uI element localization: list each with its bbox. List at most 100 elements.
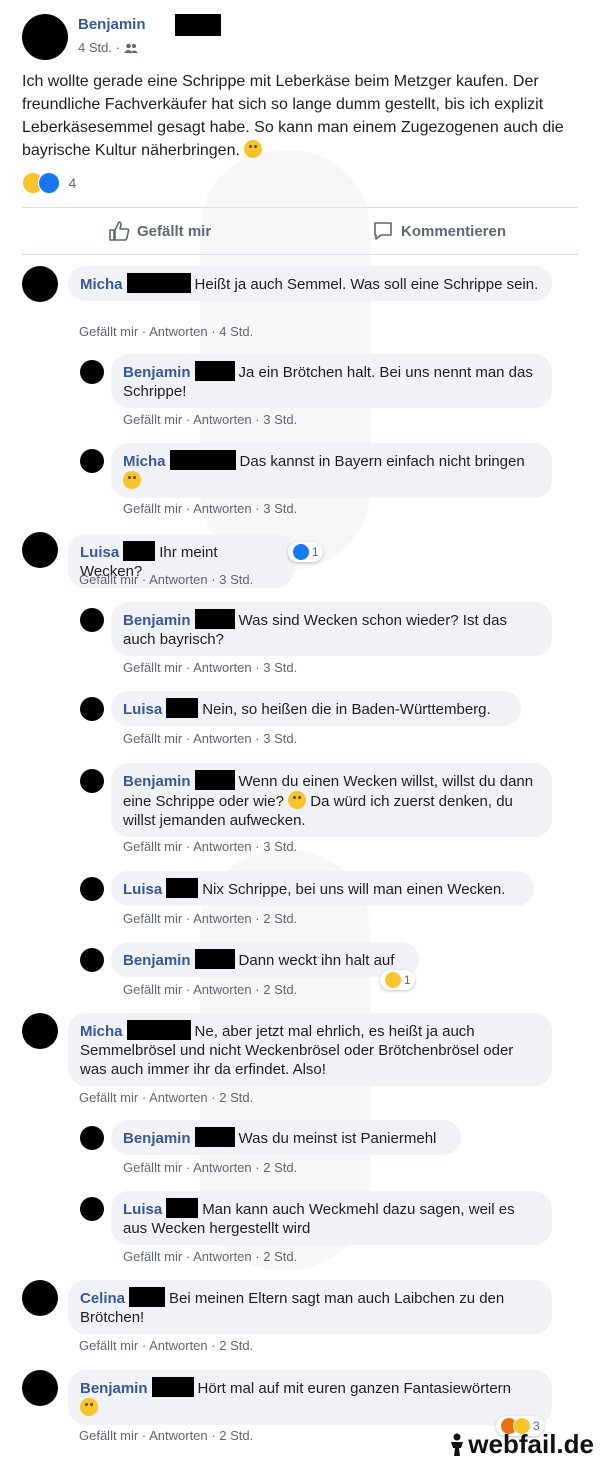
comment-time[interactable]: 4 Std. — [219, 324, 253, 339]
comment-author[interactable]: Luisa — [80, 544, 119, 561]
comment-like-link[interactable]: Gefällt mir — [79, 1338, 138, 1353]
comment-author[interactable]: Benjamin — [80, 1380, 148, 1397]
comment-reaction[interactable]: 1 — [380, 970, 415, 990]
comment-label: Kommentieren — [401, 222, 507, 240]
comment-text: Dann weckt ihn halt auf — [238, 952, 395, 969]
avatar[interactable] — [80, 769, 104, 793]
comment-reply-link[interactable]: Antworten — [149, 572, 208, 587]
comment-author[interactable]: Luisa — [123, 701, 162, 718]
avatar[interactable] — [80, 1126, 104, 1150]
comment-author[interactable]: Micha — [80, 276, 123, 293]
comment-meta: Gefällt mir · Antworten · 3 Std. — [123, 839, 297, 854]
comment-bubble: Benjamin Wenn du einen Wecken willst, wil… — [111, 763, 552, 837]
comment-reply-link[interactable]: Antworten — [193, 731, 252, 746]
comment-like-link[interactable]: Gefällt mir — [123, 412, 182, 427]
comment-reply-link[interactable]: Antworten — [149, 1338, 208, 1353]
avatar[interactable] — [22, 14, 68, 60]
comment-meta: Gefällt mir · Antworten · 3 Std. — [123, 660, 297, 675]
comment-meta: Gefällt mir · Antworten · 3 Std. — [79, 572, 253, 587]
comment-time[interactable]: 3 Std. — [263, 839, 297, 854]
comment-time[interactable]: 3 Std. — [263, 501, 297, 516]
comment-author[interactable]: Luisa — [123, 881, 162, 898]
avatar[interactable] — [80, 1197, 104, 1221]
comment-time[interactable]: 2 Std. — [219, 1090, 253, 1105]
comment-reply-link[interactable]: Antworten — [193, 660, 252, 675]
redaction-bar — [194, 770, 235, 790]
comment-like-link[interactable]: Gefällt mir — [123, 1249, 182, 1264]
comment-time[interactable]: 3 Std. — [263, 412, 297, 427]
avatar[interactable] — [22, 266, 58, 302]
like-button[interactable]: Gefällt mir — [108, 208, 211, 254]
comment-time[interactable]: 2 Std. — [263, 1160, 297, 1175]
comment-reply-link[interactable]: Antworten — [193, 839, 252, 854]
comment-button[interactable]: Kommentieren — [372, 208, 506, 254]
comment-text: Heißt ja auch Semmel. Was soll eine Schr… — [194, 276, 539, 293]
avatar[interactable] — [22, 532, 58, 568]
avatar[interactable] — [80, 608, 104, 632]
comment-author[interactable]: Benjamin — [123, 364, 191, 381]
post-reactions[interactable]: 4 — [22, 172, 76, 194]
avatar[interactable] — [22, 1280, 58, 1316]
comment-meta: Gefällt mir · Antworten · 2 Std. — [123, 982, 297, 997]
laughing-emoji-icon — [80, 1398, 98, 1416]
comment-like-link[interactable]: Gefällt mir — [123, 982, 182, 997]
avatar[interactable] — [22, 1013, 58, 1049]
comment-time[interactable]: 2 Std. — [219, 1428, 253, 1443]
avatar[interactable] — [80, 948, 104, 972]
avatar[interactable] — [80, 877, 104, 901]
comment-bubble: Micha Das kannst in Bayern einfach nicht … — [111, 443, 552, 498]
comment-like-link[interactable]: Gefällt mir — [79, 1428, 138, 1443]
comment-like-link[interactable]: Gefällt mir — [123, 731, 182, 746]
comment-reply-link[interactable]: Antworten — [149, 324, 208, 339]
comment-author[interactable]: Benjamin — [123, 612, 191, 629]
comment-reply-link[interactable]: Antworten — [193, 412, 252, 427]
comment-author[interactable]: Benjamin — [123, 773, 191, 790]
comment-time[interactable]: 3 Std. — [263, 660, 297, 675]
comment-time[interactable]: 3 Std. — [263, 731, 297, 746]
comment-author[interactable]: Luisa — [123, 1201, 162, 1218]
comment-reply-link[interactable]: Antworten — [193, 1249, 252, 1264]
comment-meta: Gefällt mir · Antworten · 4 Std. — [79, 324, 253, 339]
comment-reply-link[interactable]: Antworten — [193, 982, 252, 997]
separator: · — [185, 731, 191, 746]
grinning-emoji-icon — [288, 791, 307, 809]
comment-time[interactable]: 2 Std. — [263, 1249, 297, 1264]
comment-time[interactable]: 2 Std. — [219, 1338, 253, 1353]
comment-author[interactable]: Benjamin — [123, 1130, 191, 1147]
comment-like-link[interactable]: Gefällt mir — [79, 1090, 138, 1105]
grinning-emoji-icon — [123, 471, 141, 489]
redaction-bar — [194, 609, 235, 629]
avatar[interactable] — [80, 697, 104, 721]
comment-author[interactable]: Benjamin — [123, 952, 191, 969]
comment-reply-link[interactable]: Antworten — [193, 911, 252, 926]
separator: · — [185, 982, 191, 997]
comment-like-link[interactable]: Gefällt mir — [123, 501, 182, 516]
post-author[interactable]: Benjamin — [78, 16, 146, 33]
separator: · — [211, 572, 216, 587]
comment-time[interactable]: 2 Std. — [263, 911, 297, 926]
avatar[interactable] — [22, 1370, 58, 1406]
comment-author[interactable]: Micha — [123, 453, 166, 470]
separator: · — [211, 1428, 216, 1443]
comment-like-link[interactable]: Gefällt mir — [123, 911, 182, 926]
comment-reply-link[interactable]: Antworten — [149, 1090, 208, 1105]
comment-reply-link[interactable]: Antworten — [149, 1428, 208, 1443]
separator: · — [255, 1249, 260, 1264]
comment-time[interactable]: 3 Std. — [219, 572, 253, 587]
avatar[interactable] — [80, 360, 104, 384]
avatar[interactable] — [80, 449, 104, 473]
comment-reaction[interactable]: 1 — [288, 542, 323, 562]
comment-time[interactable]: 2 Std. — [263, 982, 297, 997]
post-time[interactable]: 4 Std. · — [78, 40, 120, 55]
comment-like-link[interactable]: Gefällt mir — [123, 1160, 182, 1175]
like-reaction-icon — [38, 172, 60, 194]
separator: · — [255, 660, 260, 675]
comment-reply-link[interactable]: Antworten — [193, 1160, 252, 1175]
comment-like-link[interactable]: Gefällt mir — [123, 839, 182, 854]
comment-like-link[interactable]: Gefällt mir — [79, 572, 138, 587]
comment-author[interactable]: Celina — [80, 1290, 125, 1307]
comment-reply-link[interactable]: Antworten — [193, 501, 252, 516]
comment-like-link[interactable]: Gefällt mir — [79, 324, 138, 339]
comment-author[interactable]: Micha — [80, 1023, 123, 1040]
comment-like-link[interactable]: Gefällt mir — [123, 660, 182, 675]
